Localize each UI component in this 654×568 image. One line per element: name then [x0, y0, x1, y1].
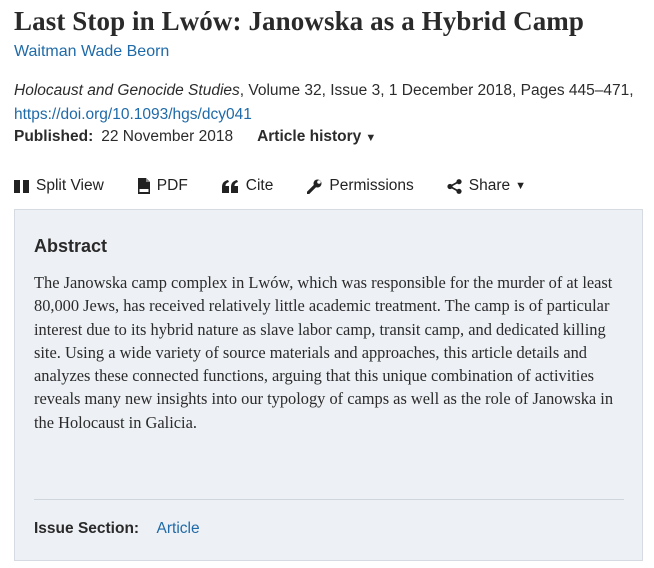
cite-button[interactable]: Cite [221, 177, 274, 195]
split-view-icon [14, 179, 29, 193]
quote-icon [221, 179, 239, 193]
issue-section-link[interactable]: Article [157, 520, 200, 537]
article-toolbar: Split View PDF Cite Permissions Share ▼ [14, 174, 526, 198]
issue-section-label: Issue Section: [34, 520, 140, 537]
citation: Holocaust and Genocide Studies, Volume 3… [14, 79, 644, 127]
doi-link[interactable]: https://doi.org/10.1093/hgs/dcy041 [14, 106, 252, 123]
abstract-text: The Janowska camp complex in Lwów, which… [34, 273, 614, 432]
abstract-heading: Abstract [34, 236, 108, 256]
share-icon [447, 178, 462, 194]
share-button[interactable]: Share ▼ [447, 177, 526, 195]
pdf-icon [137, 178, 150, 194]
permissions-label: Permissions [329, 177, 414, 194]
article-title: Last Stop in Lwów: Janowska as a Hybrid … [14, 6, 585, 36]
journal-name: Holocaust and Genocide Studies [14, 82, 240, 99]
caret-down-icon: ▼ [365, 132, 377, 144]
citation-details: , Volume 32, Issue 3, 1 December 2018, P… [239, 82, 634, 99]
article-history-label: Article history [257, 128, 362, 145]
article-history-toggle[interactable]: Article history ▼ [257, 128, 376, 146]
caret-down-icon: ▼ [515, 180, 527, 192]
published-label: Published: [14, 128, 94, 145]
wrench-icon [307, 179, 322, 194]
pdf-button[interactable]: PDF [137, 177, 188, 195]
divider [34, 499, 624, 500]
permissions-button[interactable]: Permissions [307, 177, 414, 195]
abstract-section: Abstract The Janowska camp complex in Lw… [14, 209, 643, 561]
published-date: 22 November 2018 [101, 128, 234, 145]
share-label: Share [468, 177, 511, 194]
publication-row: Published: 22 November 2018 Article hist… [14, 128, 376, 146]
author-link[interactable]: Waitman Wade Beorn [14, 43, 169, 61]
split-view-label: Split View [36, 177, 104, 194]
issue-section-row: Issue Section: Article [34, 520, 200, 538]
cite-label: Cite [245, 177, 274, 194]
split-view-button[interactable]: Split View [14, 177, 104, 195]
pdf-label: PDF [156, 177, 188, 194]
